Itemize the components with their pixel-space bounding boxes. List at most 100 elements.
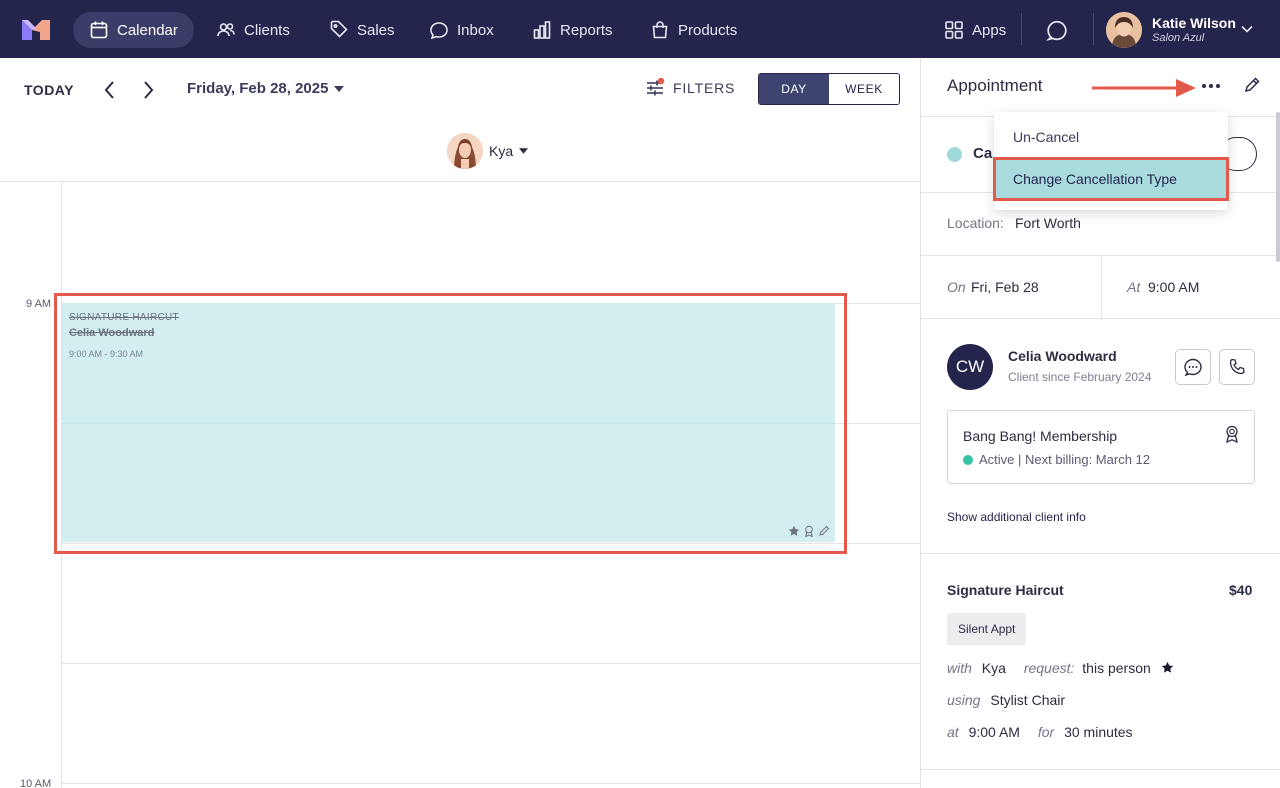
with-label: with — [947, 660, 972, 676]
show-client-info-link[interactable]: Show additional client info — [947, 510, 1086, 524]
status-text: Ca — [973, 145, 993, 162]
view-week-button[interactable]: WEEK — [829, 74, 899, 104]
chevron-down-icon[interactable] — [1240, 22, 1254, 36]
using-label: using — [947, 692, 981, 708]
time-value: 9:00 AM — [1148, 279, 1200, 295]
nav-label: Reports — [560, 21, 613, 39]
nav-reports[interactable]: Reports — [516, 12, 629, 48]
star-icon — [1161, 661, 1173, 673]
time-label: At — [1127, 279, 1141, 295]
caret-down-icon — [334, 85, 345, 92]
date-value: Fri, Feb 28 — [971, 279, 1039, 295]
service-using-row: using Stylist Chair — [947, 692, 1065, 708]
hour-label: 9 AM — [26, 298, 52, 310]
chevron-right-icon[interactable] — [138, 78, 158, 102]
ribbon-icon — [1226, 425, 1238, 443]
users-icon — [217, 23, 235, 37]
sliders-icon — [647, 78, 665, 96]
location-label: Location: — [947, 215, 1004, 231]
date-label: On — [947, 279, 966, 295]
user-salon: Salon Azul — [1152, 32, 1205, 44]
message-icon — [1184, 358, 1202, 377]
panel-scrollbar[interactable] — [1276, 112, 1280, 262]
nav-label: Products — [678, 21, 738, 39]
request-value: this person — [1082, 660, 1151, 676]
silent-appt-chip: Silent Appt — [947, 613, 1027, 645]
half-hour-line — [61, 663, 920, 664]
at-label: at — [947, 724, 959, 740]
panel-title: Appointment — [947, 76, 1043, 95]
today-button[interactable]: TODAY — [24, 82, 74, 98]
chat-bubble-icon — [430, 22, 448, 40]
for-label: for — [1037, 724, 1055, 740]
user-menu[interactable]: Katie Wilson Salon Azul — [1106, 12, 1236, 48]
divider — [921, 553, 1280, 554]
for-value: 30 minutes — [1064, 724, 1133, 740]
pencil-icon[interactable] — [1243, 76, 1261, 94]
caret-down-icon — [519, 148, 529, 154]
shopping-bag-icon — [652, 21, 668, 39]
service-time-row: at 9:00 AM for 30 minutes — [947, 724, 1133, 740]
nav-inbox[interactable]: Inbox — [413, 12, 510, 48]
nav-sales[interactable]: Sales — [313, 12, 411, 48]
client-name[interactable]: Celia Woodward — [1008, 348, 1117, 364]
chevron-left-icon[interactable] — [100, 78, 120, 102]
menu-item-uncancel[interactable]: Un-Cancel — [1013, 129, 1079, 145]
view-day-button[interactable]: DAY — [759, 74, 829, 104]
divider — [921, 769, 1280, 770]
divider — [921, 318, 1280, 319]
annotation-arrow-icon — [1092, 79, 1196, 97]
filters-button[interactable]: FILTERS — [645, 78, 735, 98]
service-name: Signature Haircut — [947, 582, 1064, 598]
more-horizontal-icon[interactable] — [1201, 74, 1221, 98]
divider — [1101, 255, 1102, 318]
at-value: 9:00 AM — [968, 724, 1020, 740]
bar-chart-icon — [533, 21, 551, 39]
nav-messages[interactable] — [1030, 12, 1084, 48]
service-price: $40 — [1229, 582, 1253, 598]
membership-status: Active | Next billing: March 12 — [979, 452, 1150, 467]
status-dot — [947, 147, 962, 162]
user-info: Katie Wilson Salon Azul — [1152, 15, 1236, 45]
nav-calendar[interactable]: Calendar — [73, 12, 194, 48]
date-picker[interactable]: Friday, Feb 28, 2025 — [187, 80, 345, 97]
phone-icon — [1229, 358, 1245, 375]
using-value: Stylist Chair — [990, 692, 1066, 708]
staff-avatar — [447, 133, 483, 169]
user-name: Katie Wilson — [1152, 15, 1236, 31]
filters-label: FILTERS — [673, 80, 736, 96]
nav-divider — [1093, 13, 1094, 45]
client-since: Client since February 2024 — [1008, 370, 1152, 384]
view-toggle: DAY WEEK — [758, 73, 900, 105]
location-value: Fort Worth — [1015, 215, 1081, 231]
staff-selector[interactable]: Kya — [447, 133, 529, 169]
top-nav: Calendar Clients Sales Inbox Reports Pro… — [0, 0, 1280, 58]
nav-label: Sales — [357, 21, 395, 39]
nav-products[interactable]: Products — [634, 12, 753, 48]
appointment-highlight — [54, 293, 847, 554]
service-with-row: with Kya request: this person — [947, 660, 1174, 676]
membership-title: Bang Bang! Membership — [963, 428, 1118, 444]
nav-label: Calendar — [117, 21, 178, 39]
client-avatar: CW — [947, 344, 993, 390]
staff-name: Kya — [489, 143, 514, 159]
calendar-icon — [90, 21, 108, 39]
nav-divider — [1021, 13, 1022, 45]
membership-card[interactable]: Bang Bang! Membership Active | Next bill… — [947, 410, 1255, 484]
menu-item-highlight — [993, 157, 1229, 201]
grid-apps-icon — [945, 21, 963, 39]
tag-icon — [330, 20, 348, 38]
call-client-button[interactable] — [1219, 349, 1255, 385]
message-client-button[interactable] — [1175, 349, 1211, 385]
date-text: Friday, Feb 28, 2025 — [187, 80, 329, 97]
status-dot — [963, 455, 973, 465]
request-label: request: — [1023, 660, 1075, 676]
nav-label: Apps — [972, 21, 1007, 39]
hour-label: 10 AM — [20, 778, 52, 788]
app-logo[interactable] — [22, 18, 50, 40]
user-avatar — [1106, 12, 1142, 48]
nav-apps[interactable]: Apps — [928, 12, 1022, 48]
nav-clients[interactable]: Clients — [200, 12, 306, 48]
with-value: Kya — [981, 660, 1006, 676]
nav-label: Inbox — [457, 21, 494, 39]
